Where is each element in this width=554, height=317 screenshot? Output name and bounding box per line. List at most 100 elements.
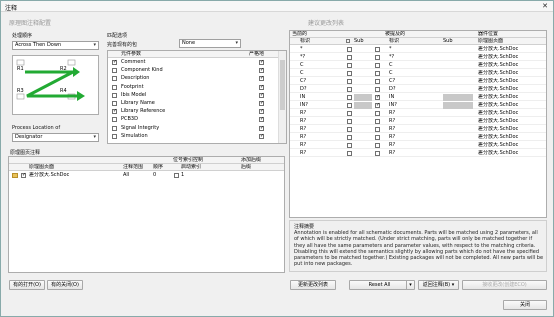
change-row[interactable]: C? C? 差分放大.SchDoc	[290, 78, 546, 85]
sheet-scope[interactable]: All	[123, 172, 129, 179]
change-row[interactable]: IN ✓ IN 差分放大.SchDoc	[290, 94, 546, 101]
sub-checkbox[interactable]	[375, 71, 380, 76]
param-checkbox[interactable]: ✓	[112, 109, 117, 115]
param-checkbox[interactable]: ✓	[112, 60, 117, 65]
lock-checkbox[interactable]	[347, 63, 352, 68]
change-row[interactable]: C C 差分放大.SchDoc	[290, 62, 546, 69]
param-row[interactable]: ✓ Comment ✓	[108, 59, 278, 66]
param-strict-checkbox[interactable]: ✓	[259, 133, 264, 139]
param-strict-checkbox[interactable]: ✓	[259, 125, 264, 131]
param-row[interactable]: Signal Integrity ✓	[108, 125, 278, 132]
sub-checkbox[interactable]	[375, 151, 380, 156]
sheet-enable-checkbox[interactable]: ✓	[21, 173, 26, 178]
sub-checkbox[interactable]	[375, 79, 380, 84]
param-strict-checkbox[interactable]: ✓	[259, 60, 264, 65]
lock-checkbox[interactable]	[347, 55, 352, 60]
change-row[interactable]: *? *? 差分放大.SchDoc	[290, 54, 546, 61]
param-checkbox[interactable]	[112, 68, 117, 74]
change-row[interactable]: R? R? 差分放大.SchDoc	[290, 142, 546, 149]
param-row[interactable]: Ibis Model ✓	[108, 92, 278, 99]
lock-checkbox[interactable]	[347, 143, 352, 148]
change-row[interactable]: R? R? 差分放大.SchDoc	[290, 150, 546, 157]
params-scrollbar[interactable]	[278, 51, 286, 143]
param-checkbox[interactable]	[112, 117, 117, 123]
all-on-button[interactable]: 有的打开(O)	[9, 280, 45, 290]
sheet-order[interactable]: 0	[153, 172, 156, 179]
param-checkbox[interactable]	[112, 125, 117, 131]
change-row[interactable]: C C 差分放大.SchDoc	[290, 70, 546, 77]
param-strict-checkbox[interactable]: ✓	[259, 117, 264, 123]
param-checkbox[interactable]	[112, 133, 117, 139]
lock-checkbox[interactable]	[347, 95, 352, 100]
change-row[interactable]: * * 差分放大.SchDoc	[290, 46, 546, 53]
change-row[interactable]: R? R? 差分放大.SchDoc	[290, 126, 546, 133]
match-select[interactable]: None ▾	[179, 39, 241, 48]
current-designator: R?	[300, 126, 307, 132]
back-annotate-button[interactable]: 返回注释(B) ▾	[418, 280, 459, 290]
param-row[interactable]: Description ✓	[108, 75, 278, 82]
update-changes-button[interactable]: 更新更改列表	[290, 280, 336, 290]
param-row[interactable]: Footprint ✓	[108, 84, 278, 91]
lock-checkbox[interactable]	[347, 87, 352, 92]
param-checkbox[interactable]	[112, 76, 117, 82]
param-checkbox[interactable]	[112, 92, 117, 98]
reset-all-button[interactable]: Reset All	[349, 280, 410, 290]
param-row[interactable]: Library Name ✓	[108, 100, 278, 107]
param-name: PCB3D	[121, 116, 138, 123]
change-row[interactable]: R? R? 差分放大.SchDoc	[290, 110, 546, 117]
param-row[interactable]: ✓ Library Reference ✓	[108, 108, 278, 115]
param-strict-checkbox[interactable]: ✓	[259, 84, 264, 90]
accept-changes-button[interactable]: 接收更改(创建ECO)	[462, 280, 547, 290]
close-button[interactable]: 关闭	[503, 300, 547, 310]
param-strict-checkbox[interactable]: ✓	[259, 76, 264, 82]
sub-checkbox[interactable]	[375, 63, 380, 68]
param-strict-checkbox[interactable]: ✓	[259, 92, 264, 98]
sub-checkbox[interactable]	[375, 87, 380, 92]
sub-checkbox[interactable]	[375, 119, 380, 124]
lock-checkbox[interactable]	[347, 71, 352, 76]
change-row[interactable]: D? D? 差分放大.SchDoc	[290, 86, 546, 93]
start-index-checkbox[interactable]	[174, 173, 179, 178]
param-checkbox[interactable]	[112, 101, 117, 106]
param-strict-checkbox[interactable]: ✓	[259, 101, 264, 106]
sheet-start-index[interactable]: 1	[181, 172, 184, 179]
sheet-row[interactable]: ✓ 差分放大.SchDoc All 0 1	[9, 172, 284, 179]
change-row[interactable]: IN? ✓ IN? 差分放大.SchDoc	[290, 102, 546, 109]
lock-checkbox[interactable]	[347, 111, 352, 116]
param-strict-checkbox[interactable]: ✓	[259, 68, 264, 74]
all-off-button[interactable]: 有的关闭(O)	[47, 280, 83, 290]
sub-checkbox[interactable]	[375, 135, 380, 140]
lock-checkbox[interactable]	[347, 79, 352, 84]
lock-checkbox[interactable]	[347, 135, 352, 140]
lock-checkbox[interactable]	[347, 47, 352, 52]
summary-title: 注释摘要	[294, 224, 315, 230]
lock-checkbox[interactable]	[347, 119, 352, 124]
param-row[interactable]: PCB3D ✓	[108, 116, 278, 123]
change-row[interactable]: R? R? 差分放大.SchDoc	[290, 134, 546, 141]
close-icon[interactable]: ✕	[540, 2, 550, 10]
sub-checkbox[interactable]	[375, 47, 380, 52]
param-strict-checkbox[interactable]: ✓	[259, 109, 264, 115]
sub-checkbox[interactable]	[375, 143, 380, 148]
param-row[interactable]: Component Kind ✓	[108, 67, 278, 74]
order-select[interactable]: Across Then Down ▾	[12, 41, 99, 50]
reset-dropdown-button[interactable]: ▾	[406, 280, 415, 290]
current-designator: IN?	[300, 102, 308, 108]
current-sub-cell	[354, 94, 372, 101]
sub-checkbox[interactable]	[375, 111, 380, 116]
change-row[interactable]: R? R? 差分放大.SchDoc	[290, 118, 546, 125]
location-select[interactable]: Designator ▾	[12, 133, 99, 142]
sub-checkbox[interactable]: ✓	[375, 103, 380, 108]
sub-checkbox[interactable]	[375, 127, 380, 132]
lock-checkbox[interactable]	[347, 127, 352, 132]
sheets-header-add-suffix: 添加后缀	[241, 157, 262, 163]
sheet-name: 差分放大.SchDoc	[478, 78, 519, 84]
param-checkbox[interactable]	[112, 84, 117, 90]
sub-checkbox[interactable]: ✓	[375, 95, 380, 100]
param-row[interactable]: Simulation ✓	[108, 133, 278, 140]
current-designator: R?	[300, 142, 307, 148]
lock-checkbox[interactable]	[347, 151, 352, 156]
sub-checkbox[interactable]	[375, 55, 380, 60]
lock-checkbox[interactable]	[347, 103, 352, 108]
params-scroll-thumb[interactable]	[280, 60, 285, 110]
